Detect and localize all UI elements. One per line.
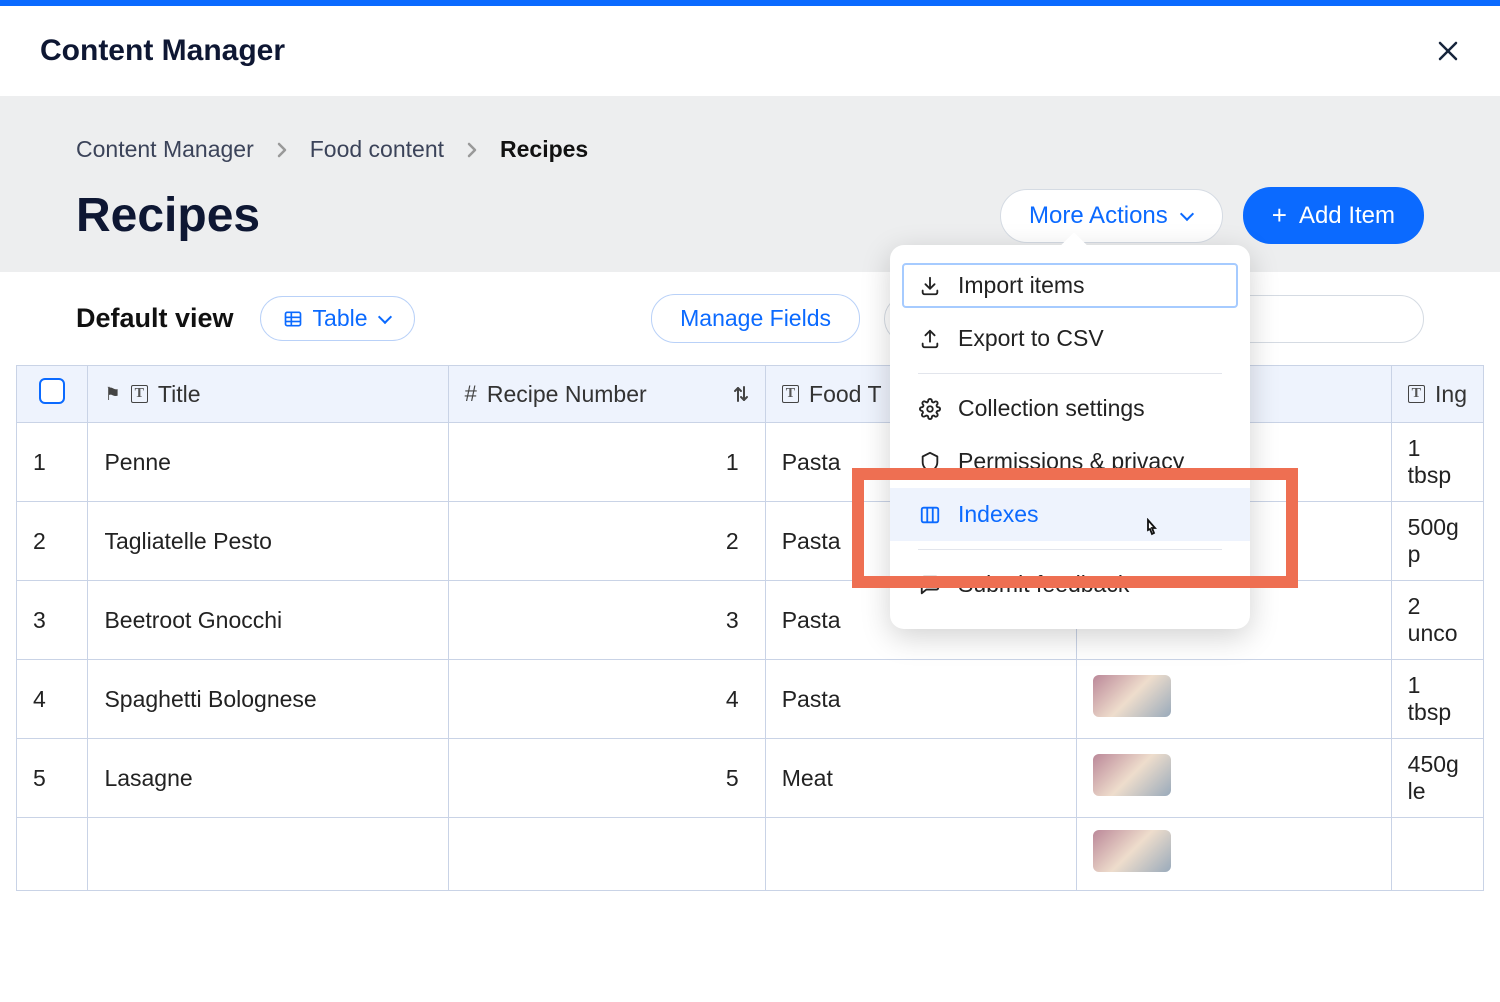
- gear-icon: [918, 398, 942, 420]
- chevron-right-icon: [466, 141, 478, 159]
- menu-divider: [918, 373, 1222, 374]
- cell-title[interactable]: Spaghetti Bolognese: [88, 660, 448, 739]
- table-row[interactable]: 2 Tagliatelle Pesto 2 Pasta 500g p: [17, 502, 1484, 581]
- table-grid-icon: [283, 309, 303, 329]
- cell-ingredients[interactable]: 1 tbsp: [1391, 423, 1483, 502]
- row-index: 4: [17, 660, 88, 739]
- manage-fields-button[interactable]: Manage Fields: [651, 294, 860, 343]
- menu-divider: [918, 549, 1222, 550]
- add-item-button[interactable]: Add Item: [1243, 187, 1424, 244]
- cell-ingredients[interactable]: 500g p: [1391, 502, 1483, 581]
- table-row[interactable]: 5 Lasagne 5 Meat 450g le: [17, 739, 1484, 818]
- cell-recipe-number[interactable]: 1: [448, 423, 765, 502]
- cell-ingredients[interactable]: [1391, 818, 1483, 891]
- table-header-row: Title Recipe Number Food T: [17, 366, 1484, 423]
- image-thumb: [1093, 830, 1171, 872]
- menu-item-export[interactable]: Export to CSV: [890, 312, 1250, 365]
- checkbox-icon[interactable]: [39, 378, 65, 404]
- shield-icon: [918, 451, 942, 473]
- chevron-right-icon: [276, 141, 288, 159]
- select-all-header[interactable]: [17, 366, 88, 423]
- cell-recipe-number[interactable]: 2: [448, 502, 765, 581]
- breadcrumb-current: Recipes: [500, 136, 588, 163]
- menu-item-import[interactable]: Import items: [898, 259, 1242, 312]
- text-type-icon: [1408, 385, 1425, 403]
- row-index: 5: [17, 739, 88, 818]
- breadcrumb-item[interactable]: Content Manager: [76, 136, 254, 163]
- more-actions-label: More Actions: [1029, 202, 1168, 230]
- cell-title[interactable]: Penne: [88, 423, 448, 502]
- sort-icon[interactable]: [733, 385, 749, 403]
- breadcrumb: Content Manager Food content Recipes: [76, 136, 1424, 163]
- comment-icon: [918, 574, 942, 596]
- row-index: 3: [17, 581, 88, 660]
- app-title: Content Manager: [40, 34, 285, 68]
- add-item-label: Add Item: [1299, 202, 1395, 230]
- cell-image[interactable]: [1076, 660, 1391, 739]
- cell-recipe-number[interactable]: 5: [448, 739, 765, 818]
- cell-title[interactable]: Beetroot Gnocchi: [88, 581, 448, 660]
- view-mode-selector[interactable]: Table: [260, 296, 415, 341]
- cell-ingredients[interactable]: 1 tbsp: [1391, 660, 1483, 739]
- plus-icon: [1272, 200, 1287, 231]
- column-ingredients[interactable]: Ing: [1391, 366, 1483, 423]
- chevron-down-icon: [1180, 209, 1194, 223]
- cell-image[interactable]: [1076, 739, 1391, 818]
- cell-food-type[interactable]: [765, 818, 1076, 891]
- map-icon: [918, 504, 942, 526]
- row-index: [17, 818, 88, 891]
- data-table: Title Recipe Number Food T: [16, 365, 1484, 891]
- cell-food-type[interactable]: Pasta: [765, 660, 1076, 739]
- upload-icon: [918, 328, 942, 350]
- content-panel: Default view Table Manage Fields S: [16, 272, 1484, 1002]
- breadcrumb-item[interactable]: Food content: [310, 136, 444, 163]
- cell-title[interactable]: Lasagne: [88, 739, 448, 818]
- page-header-area: Content Manager Food content Recipes Rec…: [0, 96, 1500, 272]
- toolbar: Default view Table Manage Fields S: [16, 272, 1484, 365]
- chevron-down-icon: [378, 312, 392, 326]
- text-type-icon: [782, 385, 799, 403]
- cell-recipe-number[interactable]: [448, 818, 765, 891]
- more-actions-button[interactable]: More Actions: [1000, 189, 1223, 243]
- table-row[interactable]: 1 Penne 1 Pasta 1 tbsp: [17, 423, 1484, 502]
- image-thumb: [1093, 675, 1171, 717]
- text-type-icon: [131, 385, 148, 403]
- cell-image[interactable]: [1076, 818, 1391, 891]
- hash-icon: [465, 381, 477, 407]
- close-icon[interactable]: [1436, 39, 1460, 63]
- download-icon: [918, 275, 942, 297]
- table-row[interactable]: 3 Beetroot Gnocchi 3 Pasta 2 unco: [17, 581, 1484, 660]
- table-row[interactable]: 4 Spaghetti Bolognese 4 Pasta 1 tbsp: [17, 660, 1484, 739]
- menu-item-feedback[interactable]: Submit feedback: [890, 558, 1250, 611]
- menu-item-collection-settings[interactable]: Collection settings: [890, 382, 1250, 435]
- more-actions-menu: Import items Export to CSV Collection se…: [890, 245, 1250, 629]
- cell-ingredients[interactable]: 450g le: [1391, 739, 1483, 818]
- cell-ingredients[interactable]: 2 unco: [1391, 581, 1483, 660]
- column-title[interactable]: Title: [88, 366, 448, 423]
- cell-recipe-number[interactable]: 4: [448, 660, 765, 739]
- row-index: 2: [17, 502, 88, 581]
- page-title: Recipes: [76, 188, 260, 243]
- menu-item-indexes[interactable]: Indexes: [890, 488, 1250, 541]
- row-index: 1: [17, 423, 88, 502]
- menu-item-permissions[interactable]: Permissions & privacy: [890, 435, 1250, 488]
- cell-title[interactable]: Tagliatelle Pesto: [88, 502, 448, 581]
- flag-icon: [104, 384, 120, 405]
- view-name: Default view: [76, 303, 234, 334]
- cell-recipe-number[interactable]: 3: [448, 581, 765, 660]
- cell-food-type[interactable]: Meat: [765, 739, 1076, 818]
- cell-title[interactable]: [88, 818, 448, 891]
- view-mode-label: Table: [313, 305, 368, 332]
- column-recipe-number[interactable]: Recipe Number: [448, 366, 765, 423]
- image-thumb: [1093, 754, 1171, 796]
- app-header: Content Manager: [0, 6, 1500, 96]
- table-row[interactable]: [17, 818, 1484, 891]
